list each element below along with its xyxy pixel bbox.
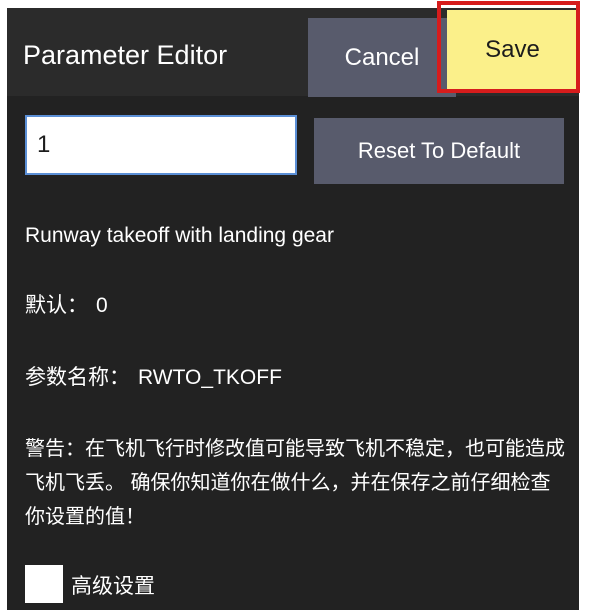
advanced-settings-label: 高级设置 — [71, 575, 155, 598]
parameter-description: Runway takeoff with landing gear — [25, 224, 334, 247]
dialog-title: Parameter Editor — [23, 40, 228, 70]
reset-to-default-button[interactable]: Reset To Default — [314, 118, 564, 184]
default-label: 默认： — [25, 294, 88, 317]
parameter-name-label: 参数名称： — [25, 366, 130, 389]
parameter-value-input[interactable] — [25, 115, 297, 175]
parameter-editor-dialog: Parameter Editor Cancel Reset To Default… — [7, 8, 579, 610]
cancel-button[interactable]: Cancel — [308, 18, 456, 97]
save-button-highlight — [437, 1, 580, 93]
parameter-name-value: RWTO_TKOFF — [138, 366, 282, 389]
parameter-name-line: 参数名称： RWTO_TKOFF — [25, 364, 282, 392]
default-value-line: 默认： 0 — [25, 292, 108, 320]
warning-message: 警告：在飞机飞行时修改值可能导致飞机不稳定，也可能造成飞机飞丢。 确保你知道你在… — [25, 438, 565, 528]
advanced-settings-checkbox[interactable] — [25, 565, 63, 603]
default-value: 0 — [96, 294, 108, 317]
